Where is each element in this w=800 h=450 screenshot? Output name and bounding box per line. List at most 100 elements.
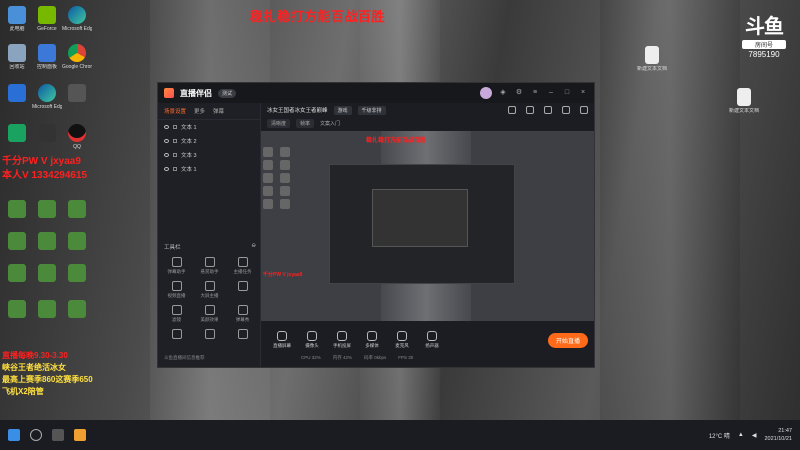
desktop-icon-app[interactable] bbox=[32, 232, 62, 252]
eye-icon[interactable] bbox=[164, 153, 169, 157]
control-media[interactable]: 多媒体 bbox=[357, 331, 387, 349]
tool-reward-helper[interactable]: 悬赏助手 bbox=[193, 257, 226, 275]
schedule-text: 飞机X2陪管 bbox=[2, 387, 44, 396]
eye-icon[interactable] bbox=[164, 125, 169, 129]
eye-icon[interactable] bbox=[164, 167, 169, 171]
settings-icon[interactable]: ⚙ bbox=[514, 88, 524, 98]
edge-icon bbox=[68, 6, 86, 24]
tool-anchor-task[interactable]: 主播任务 bbox=[226, 257, 259, 275]
category-pill-2[interactable]: 千级非排 bbox=[357, 105, 386, 115]
close-icon[interactable]: × bbox=[578, 88, 588, 98]
control-camera[interactable]: 摄像头 bbox=[297, 331, 327, 349]
search-icon[interactable] bbox=[30, 429, 42, 441]
desktop-icon-chrome[interactable]: Google Chrome bbox=[62, 44, 92, 70]
control-mic[interactable]: 麦克风 bbox=[387, 331, 417, 349]
menu-icon[interactable]: ≡ bbox=[530, 88, 540, 98]
scene-item[interactable]: 文本 1 bbox=[158, 120, 260, 134]
app-icon bbox=[68, 264, 86, 282]
desktop-icon-geforce[interactable]: GeForce bbox=[32, 6, 62, 32]
tool-item[interactable] bbox=[193, 329, 226, 341]
tool-danmaku-show[interactable]: 弹幕秀 bbox=[226, 305, 259, 323]
app-icon bbox=[8, 84, 26, 102]
tool-big-screen[interactable]: 大屏主播 bbox=[193, 281, 226, 299]
tool-danmaku-helper[interactable]: 弹幕助手 bbox=[160, 257, 193, 275]
scene-item[interactable]: 文本 1 bbox=[158, 162, 260, 176]
lock-icon[interactable] bbox=[173, 153, 177, 157]
stream-title[interactable]: 冰女王国者冰女王者巅峰 bbox=[267, 106, 328, 114]
category-pill[interactable]: 游戏 bbox=[333, 105, 352, 115]
play-icon bbox=[367, 331, 377, 341]
desktop-icon-app[interactable] bbox=[32, 300, 62, 320]
eye-icon[interactable] bbox=[164, 139, 169, 143]
scene-item[interactable]: 文本 3 bbox=[158, 148, 260, 162]
tab-more[interactable]: 更多 bbox=[194, 107, 205, 115]
scene-item[interactable]: 文本 2 bbox=[158, 134, 260, 148]
desktop-icon-app[interactable] bbox=[2, 300, 32, 320]
lock-icon[interactable] bbox=[526, 106, 534, 114]
lock-icon[interactable] bbox=[173, 167, 177, 171]
maximize-icon[interactable]: □ bbox=[562, 88, 572, 98]
status-bar: CPU 32% 内存 42% 码率 0kbps FPS 30 bbox=[301, 355, 414, 360]
tool-item[interactable] bbox=[160, 329, 193, 341]
tool-item[interactable] bbox=[226, 329, 259, 341]
windows-start-icon[interactable] bbox=[8, 429, 20, 441]
quality-pill[interactable]: 清晰度 bbox=[267, 118, 291, 128]
task-view-icon[interactable] bbox=[52, 429, 64, 441]
sidebar-tabs: 场景设置 更多 弹幕 bbox=[158, 103, 260, 120]
desktop-icon-text-doc[interactable]: 新建文本文档 bbox=[632, 46, 672, 72]
control-screen[interactable]: 直播屏幕 bbox=[267, 331, 297, 349]
fps-pill[interactable]: 帧率 bbox=[296, 118, 315, 128]
clock[interactable]: 21:47 2021/10/21 bbox=[764, 427, 792, 443]
network-icon[interactable]: ▲ bbox=[738, 432, 744, 438]
weather[interactable]: 12°C 晴 bbox=[709, 431, 730, 440]
grid-icon[interactable] bbox=[544, 106, 552, 114]
desktop-icon-app[interactable] bbox=[2, 264, 32, 284]
desktop-icon-app[interactable] bbox=[2, 84, 32, 104]
desktop-icon-app[interactable] bbox=[2, 232, 32, 252]
window-titlebar[interactable]: 直播伴侣 测试 ◈ ⚙ ≡ – □ × bbox=[158, 83, 594, 103]
tab-danmaku[interactable]: 弹幕 bbox=[213, 107, 224, 115]
user-avatar[interactable] bbox=[480, 87, 492, 99]
desktop-icon-app[interactable] bbox=[2, 124, 32, 144]
volume-icon[interactable]: ◀ bbox=[752, 432, 757, 439]
app-logo-icon bbox=[164, 88, 174, 98]
gift-icon[interactable] bbox=[508, 106, 516, 114]
desktop-icon-edge[interactable]: Microsoft Edge bbox=[62, 6, 92, 32]
desktop-icon-app[interactable] bbox=[32, 264, 62, 284]
minimize-icon[interactable]: – bbox=[546, 88, 556, 98]
skin-icon[interactable]: ◈ bbox=[498, 88, 508, 98]
nvidia-icon bbox=[38, 6, 56, 24]
lock-icon[interactable] bbox=[173, 139, 177, 143]
desktop-icon-app[interactable] bbox=[62, 232, 92, 252]
desktop-icon-recycle[interactable]: 回收站 bbox=[2, 44, 32, 70]
desktop-icon-app[interactable] bbox=[62, 200, 92, 220]
settings-icon[interactable] bbox=[562, 106, 570, 114]
desktop-icon-control-panel[interactable]: 控制面板 bbox=[32, 44, 62, 70]
desktop-icon-app[interactable] bbox=[32, 200, 62, 220]
desktop-icon-app[interactable] bbox=[62, 84, 92, 104]
desktop-icon-qq[interactable]: QQ bbox=[62, 124, 92, 150]
tab-scenes[interactable]: 场景设置 bbox=[164, 107, 186, 115]
desktop-icon-app[interactable] bbox=[32, 124, 62, 144]
desktop-icon-app[interactable] bbox=[2, 200, 32, 220]
sidebar-hint[interactable]: 斗鱼直播间信息推荐 bbox=[164, 355, 205, 361]
share-icon[interactable] bbox=[580, 106, 588, 114]
start-live-button[interactable]: 开始直播 bbox=[547, 332, 588, 348]
collapse-icon[interactable]: ⊖ bbox=[251, 243, 256, 251]
app-icon bbox=[8, 200, 26, 218]
stream-preview[interactable]: 稳扎稳打方能百战百胜 千分PW V jxyaa9 bbox=[261, 131, 594, 321]
qq-penguin-icon bbox=[68, 124, 86, 142]
desktop-icon-computer[interactable]: 此电脑 bbox=[2, 6, 32, 32]
tool-filter[interactable]: 滤镜 bbox=[160, 305, 193, 323]
tool-beauty[interactable]: 美颜效果 bbox=[193, 305, 226, 323]
tool-item[interactable] bbox=[226, 281, 259, 299]
desktop-icon-text-doc[interactable]: 新建文本文档 bbox=[724, 88, 764, 114]
desktop-icon-app[interactable] bbox=[62, 264, 92, 284]
control-speaker[interactable]: 扬声器 bbox=[417, 331, 447, 349]
tool-video-live[interactable]: 视频直播 bbox=[160, 281, 193, 299]
desktop-icon-app[interactable] bbox=[62, 300, 92, 320]
streamer-taskbar-icon[interactable] bbox=[74, 429, 86, 441]
lock-icon[interactable] bbox=[173, 125, 177, 129]
control-phone[interactable]: 手机投屏 bbox=[327, 331, 357, 349]
desktop-icon-edge-2[interactable]: Microsoft Edge bbox=[32, 84, 62, 110]
